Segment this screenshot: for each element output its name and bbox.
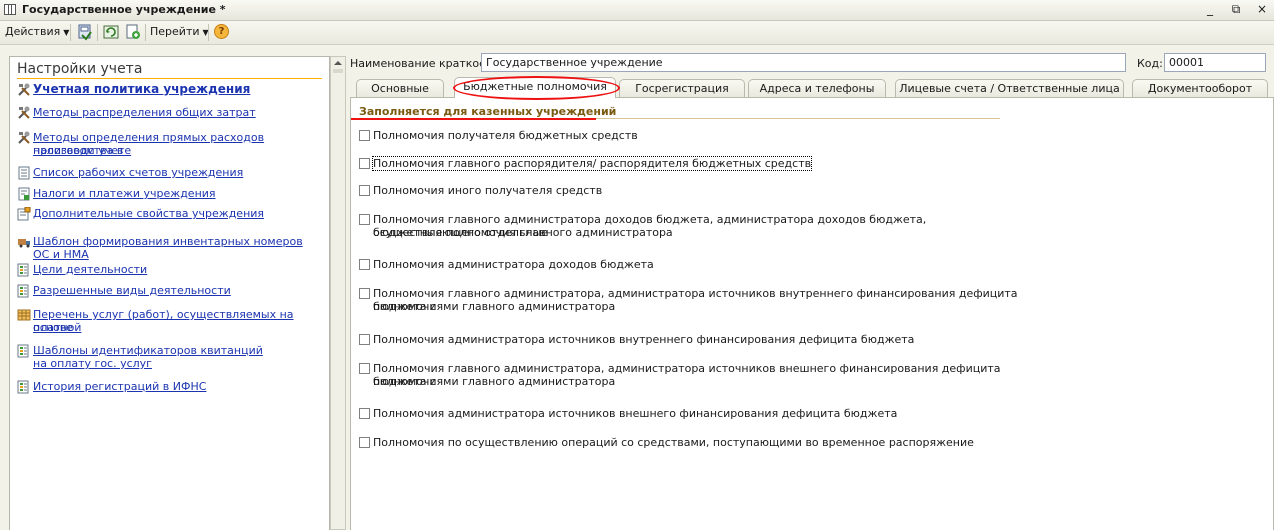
- minimize-button[interactable]: _: [1204, 2, 1216, 17]
- restore-button[interactable]: ⧉: [1230, 2, 1242, 17]
- checkbox-label-cont[interactable]: полномочиями главного администратора: [373, 300, 615, 313]
- list-icon: [18, 166, 30, 180]
- close-button[interactable]: ×: [1256, 2, 1268, 17]
- checkbox-label[interactable]: Полномочия администратора доходов бюджет…: [373, 258, 654, 271]
- short-name-label: Наименование краткое:: [350, 57, 490, 70]
- main-form: Наименование краткое: Государственное уч…: [350, 50, 1274, 530]
- register-icon: [17, 284, 29, 298]
- nav-link[interactable]: История регистраций в ИФНС: [33, 380, 206, 393]
- checkbox[interactable]: [359, 334, 370, 345]
- vertical-scrollbar[interactable]: [330, 56, 346, 530]
- refresh-icon: [103, 25, 119, 39]
- checkbox-label[interactable]: Полномочия по осуществлению операций со …: [373, 436, 974, 449]
- actions-menu[interactable]: Действия ▼: [5, 25, 69, 38]
- register-icon: [17, 380, 29, 394]
- settings-panel: Настройки учета Учетная политика учрежде…: [9, 56, 330, 530]
- tab-addresses-phones[interactable]: Адреса и телефоны: [748, 79, 886, 97]
- toolbar: Действия ▼ Перейти ▼ ?: [0, 21, 1274, 45]
- nav-link[interactable]: Дополнительные свойства учреждения: [33, 207, 264, 220]
- register-icon: [17, 344, 29, 358]
- nav-link-cont[interactable]: на оплату гос. услуг: [33, 357, 152, 370]
- checkbox[interactable]: [359, 408, 370, 419]
- goto-menu[interactable]: Перейти ▼: [150, 25, 209, 38]
- tools-icon: [18, 83, 30, 96]
- save-close-button[interactable]: [76, 23, 94, 41]
- checkbox[interactable]: [359, 214, 370, 225]
- nav-link[interactable]: Перечень услуг (работ), осуществляемых н…: [33, 308, 322, 334]
- tab-main[interactable]: Основные: [356, 79, 444, 97]
- new-document-icon: [126, 24, 140, 39]
- title-bar: Государственное учреждение * _ ⧉ ×: [0, 0, 1274, 21]
- window-title: Государственное учреждение *: [22, 3, 226, 16]
- truck-icon: [18, 239, 30, 248]
- highlight-underline: [351, 118, 596, 120]
- checkbox-label-cont[interactable]: бюджетные полномочия главного администра…: [373, 226, 673, 239]
- toolbar-separator: [145, 24, 146, 41]
- goto-menu-label: Перейти: [150, 25, 200, 38]
- new-copy-button[interactable]: [124, 23, 142, 41]
- code-label: Код:: [1137, 57, 1163, 70]
- nav-link[interactable]: Шаблоны идентификаторов квитанций: [33, 344, 263, 357]
- tab-accounts-responsible[interactable]: Лицевые счета / Ответственные лица: [895, 79, 1124, 97]
- scroll-thumb[interactable]: [333, 69, 343, 73]
- refresh-button[interactable]: [102, 23, 120, 41]
- tools-icon: [18, 131, 30, 144]
- properties-icon: [17, 207, 31, 221]
- tax-icon: [18, 187, 30, 201]
- nav-link[interactable]: Методы распределения общих затрат: [33, 106, 256, 119]
- tab-content: Заполняется для казенных учреждений Полн…: [350, 97, 1274, 530]
- form-icon: [4, 4, 16, 15]
- checkbox-label[interactable]: Полномочия получателя бюджетных средств: [373, 129, 638, 142]
- nav-link[interactable]: Цели деятельности: [33, 263, 147, 276]
- checkbox[interactable]: [359, 185, 370, 196]
- checkbox[interactable]: [359, 288, 370, 299]
- tab-state-registration[interactable]: Госрегистрация: [619, 79, 745, 97]
- nav-link-cont[interactable]: основе: [33, 321, 73, 334]
- tab-bar: Основные Бюджетные полномочия Госрегистр…: [350, 76, 1274, 100]
- toolbar-separator: [97, 24, 98, 41]
- settings-panel-title: Настройки учета: [17, 61, 143, 77]
- checkbox[interactable]: [359, 130, 370, 141]
- checkbox[interactable]: [359, 259, 370, 270]
- nav-link[interactable]: Разрешенные виды деятельности: [33, 284, 231, 297]
- checkbox[interactable]: [359, 363, 370, 374]
- tools-icon: [18, 106, 30, 119]
- window-controls: _ ⧉ ×: [1204, 2, 1268, 17]
- nav-link[interactable]: Учетная политика учреждения: [33, 83, 250, 96]
- checkbox[interactable]: [359, 437, 370, 448]
- checkbox-label-cont[interactable]: полномочиями главного администратора: [373, 375, 615, 388]
- actions-menu-label: Действия: [5, 25, 61, 38]
- checkbox-label[interactable]: Полномочия администратора источников вне…: [373, 407, 897, 420]
- highlight-ellipse: [453, 76, 620, 100]
- toolbar-separator: [208, 24, 209, 41]
- help-button[interactable]: ?: [214, 24, 229, 39]
- scroll-up-icon[interactable]: [334, 61, 342, 65]
- checkbox-label[interactable]: Полномочия администратора источников вну…: [373, 333, 914, 346]
- nav-link-cont[interactable]: налоговом учете: [33, 144, 131, 157]
- nav-link[interactable]: Шаблон формирования инвентарных номеров …: [33, 235, 322, 261]
- title-divider: [17, 78, 322, 79]
- tab-document-flow[interactable]: Документооборот: [1132, 79, 1268, 97]
- nav-link[interactable]: Налоги и платежи учреждения: [33, 187, 216, 200]
- checkbox-label[interactable]: Полномочия главного распорядителя/ распо…: [371, 156, 813, 171]
- checkbox[interactable]: [359, 158, 370, 169]
- dropdown-arrow-icon: ▼: [63, 28, 70, 37]
- nav-link[interactable]: Список рабочих счетов учреждения: [33, 166, 243, 179]
- short-name-input[interactable]: Государственное учреждение: [481, 53, 1126, 72]
- checkbox-label[interactable]: Полномочия иного получателя средств: [373, 184, 602, 197]
- help-icon: ?: [218, 26, 225, 37]
- save-close-icon: [78, 24, 92, 41]
- group-title: Заполняется для казенных учреждений: [359, 105, 617, 118]
- code-input[interactable]: 00001: [1164, 53, 1266, 72]
- catalog-icon: [17, 309, 31, 321]
- toolbar-separator: [70, 24, 71, 41]
- register-icon: [17, 263, 29, 277]
